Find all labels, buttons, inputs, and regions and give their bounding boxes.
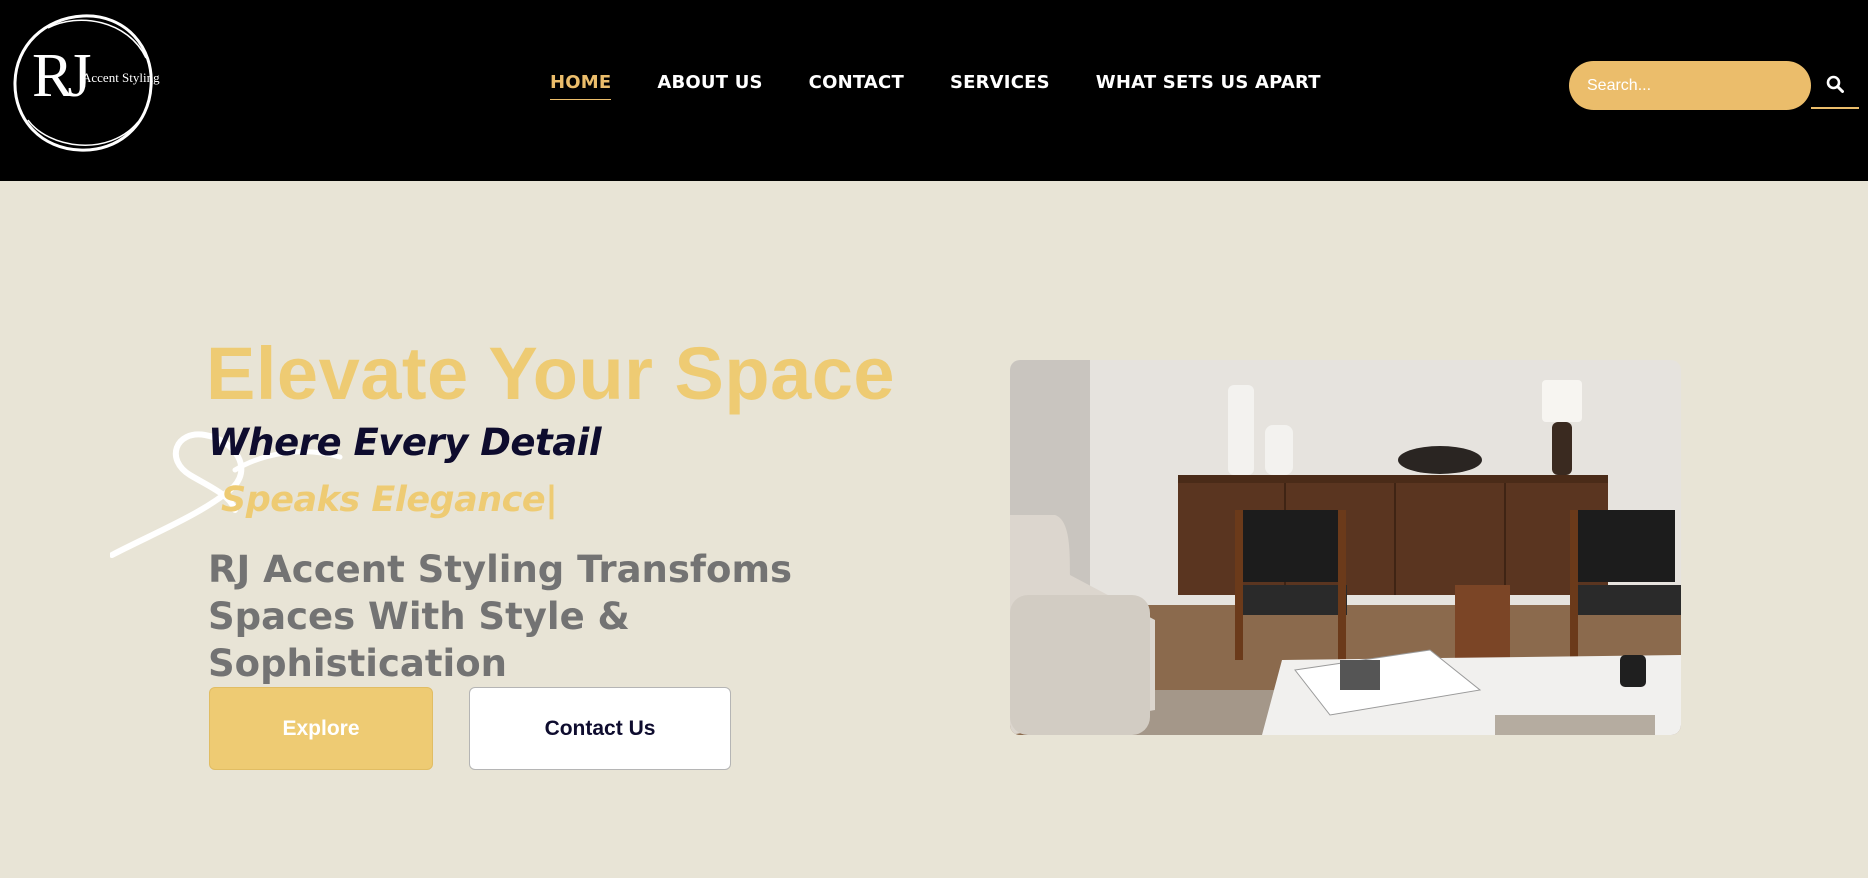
search-icon (1826, 75, 1844, 93)
contact-us-button[interactable]: Contact Us (469, 687, 731, 770)
tagline-line-2: Speaks Elegance| (221, 480, 558, 520)
hero-subtitle: RJ Accent Styling Transfoms Spaces With … (208, 548, 793, 685)
search-input[interactable] (1569, 61, 1811, 110)
logo-monogram: RJ (32, 42, 92, 110)
explore-button[interactable]: Explore (209, 687, 433, 770)
living-room-photo (1010, 360, 1681, 735)
nav-contact[interactable]: CONTACT (809, 72, 904, 100)
nav-home[interactable]: HOME (550, 72, 612, 100)
nav-services[interactable]: SERVICES (950, 72, 1050, 100)
hero-title: Elevate Your Space (206, 332, 896, 415)
nav-what-sets-us-apart[interactable]: WHAT SETS US APART (1096, 72, 1321, 100)
search-button[interactable] (1811, 61, 1859, 109)
nav-about-us[interactable]: ABOUT US (657, 72, 762, 100)
logo-text: Accent Styling (82, 70, 160, 85)
site-header: RJ Accent Styling HOME ABOUT US CONTACT … (0, 0, 1868, 181)
tagline-line-1: Where Every Detail (208, 421, 602, 464)
main-nav: HOME ABOUT US CONTACT SERVICES WHAT SETS… (550, 72, 1321, 100)
logo[interactable]: RJ Accent Styling (8, 10, 160, 156)
